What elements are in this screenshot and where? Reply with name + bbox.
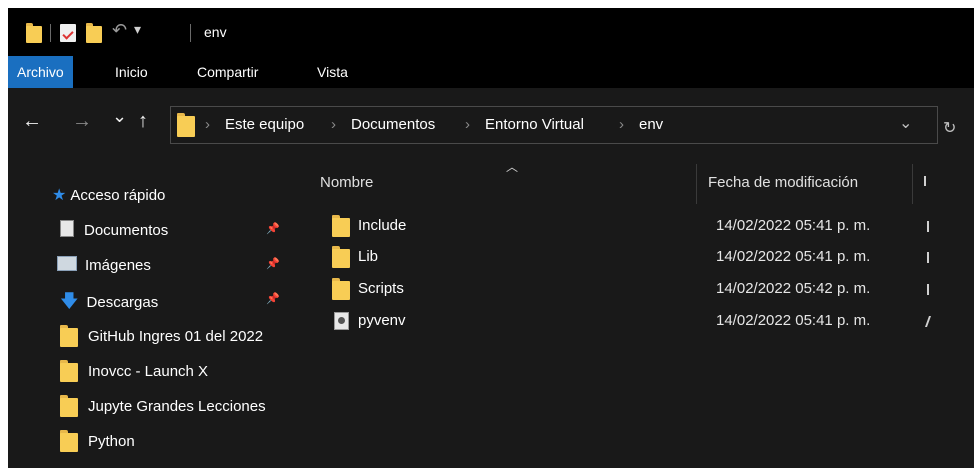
breadcrumb-documentos[interactable]: Documentos [351, 116, 435, 133]
up-button[interactable]: ↑ [138, 110, 148, 133]
folder-icon [60, 325, 78, 347]
table-row[interactable]: Include 14/02/2022 05:41 p. m. [290, 211, 974, 241]
new-folder-icon[interactable] [86, 23, 102, 43]
folder-icon [177, 113, 195, 137]
column-header-date[interactable]: Fecha de modificación [708, 174, 858, 191]
file-type-partial [927, 252, 929, 263]
pictures-icon [57, 256, 77, 271]
address-history-dropdown[interactable]: ⌄ [899, 113, 912, 133]
back-button[interactable]: ← [22, 110, 42, 133]
tab-inicio[interactable]: Inicio [106, 56, 157, 88]
sidebar-item-github-ingres[interactable]: GitHub Ingres 01 del 2022 [60, 322, 263, 352]
navigation-pane: ★ Acceso rápido Documentos 📌 Imágenes 📌 🡇… [8, 156, 290, 468]
config-file-icon [334, 312, 349, 330]
recent-locations-button[interactable]: ⌄ [112, 106, 127, 127]
ribbon-tabs: Archivo Inicio Compartir Vista [8, 56, 974, 88]
pin-icon[interactable]: 📌 [266, 222, 280, 235]
divider [190, 24, 191, 42]
sort-ascending-icon: ︿ [506, 160, 519, 174]
properties-icon[interactable] [60, 24, 76, 42]
breadcrumb-entorno-virtual[interactable]: Entorno Virtual [485, 116, 584, 133]
folder-icon [60, 395, 78, 417]
quick-access[interactable]: ★ Acceso rápido [52, 181, 165, 211]
file-name: Include [358, 217, 407, 234]
file-type-partial [927, 284, 929, 295]
tab-compartir[interactable]: Compartir [188, 56, 267, 88]
quick-access-label: Acceso rápido [70, 187, 166, 204]
title-bar: ↶ ▾ env [8, 8, 974, 56]
customize-toolbar-dropdown[interactable]: ▾ [134, 21, 141, 38]
sidebar-item-label: Inovcc - Launch X [88, 363, 209, 380]
breadcrumb-separator: › [465, 116, 470, 133]
breadcrumb-separator: › [205, 116, 210, 133]
sidebar-item-label: Jupyte Grandes Lecciones [88, 398, 266, 415]
sidebar-item-python[interactable]: Python [60, 427, 135, 457]
folder-icon [332, 246, 350, 268]
breadcrumb-separator: › [331, 116, 336, 133]
documents-icon [60, 220, 74, 237]
undo-icon[interactable]: ↶ [112, 20, 127, 41]
table-row[interactable]: Scripts 14/02/2022 05:42 p. m. [290, 274, 974, 304]
column-header-type-partial[interactable] [924, 176, 926, 186]
file-name: Scripts [358, 280, 404, 297]
address-bar[interactable]: › Este equipo › Documentos › Entorno Vir… [170, 106, 938, 144]
breadcrumb-este-equipo[interactable]: Este equipo [225, 116, 304, 133]
column-header-name[interactable]: Nombre [320, 174, 373, 191]
sidebar-item-label: Documentos [84, 222, 169, 239]
file-explorer-window: ↶ ▾ env Archivo Inicio Compartir Vista ←… [8, 8, 974, 468]
tab-archivo[interactable]: Archivo [8, 56, 73, 88]
pin-icon[interactable]: 📌 [266, 257, 280, 270]
sidebar-item-descargas[interactable]: 🡇 Descargas [60, 286, 158, 316]
sidebar-item-inovcc[interactable]: Inovcc - Launch X [60, 357, 208, 387]
sidebar-item-label: Python [88, 433, 135, 450]
folder-icon [60, 430, 78, 452]
file-date: 14/02/2022 05:41 p. m. [716, 217, 871, 234]
pin-icon[interactable]: 📌 [266, 292, 280, 305]
folder-icon [332, 278, 350, 300]
forward-button[interactable]: → [72, 110, 92, 133]
sidebar-item-imagenes[interactable]: Imágenes [57, 251, 151, 281]
tab-vista[interactable]: Vista [308, 56, 357, 88]
file-type-partial [924, 316, 932, 327]
file-date: 14/02/2022 05:41 p. m. [716, 312, 871, 329]
sidebar-item-documentos[interactable]: Documentos [60, 216, 168, 246]
breadcrumb-separator: › [619, 116, 624, 133]
divider [50, 24, 51, 42]
file-name: pyvenv [358, 312, 406, 329]
star-icon: ★ [52, 187, 67, 204]
column-divider[interactable] [912, 164, 913, 204]
folder-icon [60, 360, 78, 382]
sidebar-item-jupyte[interactable]: Jupyte Grandes Lecciones [60, 392, 266, 422]
sidebar-item-label: Imágenes [85, 257, 151, 274]
sidebar-item-label: GitHub Ingres 01 del 2022 [88, 328, 264, 345]
file-date: 14/02/2022 05:42 p. m. [716, 280, 871, 297]
window-title: env [204, 24, 227, 40]
table-row[interactable]: pyvenv 14/02/2022 05:41 p. m. [290, 306, 974, 336]
folder-icon [332, 215, 350, 237]
folder-icon [26, 23, 42, 43]
file-list: ︿ Nombre Fecha de modificación Include 1… [290, 156, 974, 468]
breadcrumb-env[interactable]: env [639, 116, 663, 133]
file-type-partial [927, 221, 929, 232]
sidebar-item-label: Descargas [86, 294, 159, 311]
navigation-bar: ← → ⌄ ↑ › Este equipo › Documentos › Ent… [8, 88, 974, 156]
download-icon: 🡇 [60, 291, 79, 311]
file-name: Lib [358, 248, 379, 265]
refresh-button[interactable]: ↻ [943, 118, 956, 138]
file-date: 14/02/2022 05:41 p. m. [716, 248, 871, 265]
column-divider[interactable] [696, 164, 697, 204]
table-row[interactable]: Lib 14/02/2022 05:41 p. m. [290, 242, 974, 272]
